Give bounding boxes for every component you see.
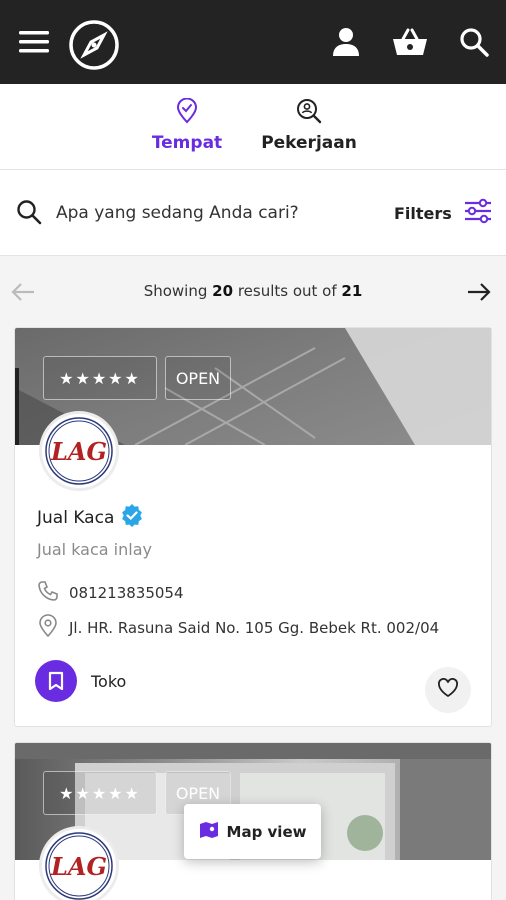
verified-icon [120,503,144,532]
map-view-button[interactable]: Map view [184,804,321,859]
search-icon[interactable] [452,22,496,62]
phone-number: 081213835054 [69,584,184,602]
search-icon [16,199,42,229]
business-logo: LAG [39,411,119,491]
search-input[interactable] [56,198,376,228]
filters-button[interactable]: Filters [394,198,492,228]
search-person-icon [296,98,322,129]
business-logo: LAG [39,826,119,900]
heart-icon [437,678,459,702]
tab-pekerjaan-label: Pekerjaan [261,133,357,153]
results-pager: Showing 20 results out of 21 [0,270,506,314]
tab-pekerjaan[interactable]: Pekerjaan [256,98,362,153]
menu-icon[interactable] [14,24,54,60]
category-tag[interactable]: Toko [35,660,126,702]
location-pin-icon [37,614,59,642]
category-tabs: Tempat Pekerjaan [0,84,506,170]
business-description: Jual kaca inlay [37,540,152,559]
basket-icon[interactable] [388,22,432,62]
arrow-right-icon[interactable] [466,280,492,308]
results-total: 21 [341,282,363,300]
phone-icon [37,580,59,606]
logo-monogram: LAG [50,852,107,881]
map-pin-check-icon [175,97,199,129]
favorite-button[interactable] [425,667,471,713]
sliders-icon [464,198,492,228]
search-bar: Filters [0,170,506,256]
status-badge: OPEN [165,356,231,400]
map-view-label: Map view [226,822,307,841]
address-text: Jl. HR. Rasuna Said No. 105 Gg. Bebek Rt… [69,619,440,637]
compass-icon[interactable] [66,19,122,71]
tab-tempat-label: Tempat [151,133,223,153]
rating-stars: ★★★★★ [43,356,157,400]
listing-card[interactable]: ★★★★★ OPEN LAG Jual Kaca Jual kaca inlay… [14,327,492,727]
phone-row[interactable]: 081213835054 [37,580,184,606]
top-app-bar [0,0,506,84]
address-row: Jl. HR. Rasuna Said No. 105 Gg. Bebek Rt… [37,614,439,642]
user-icon[interactable] [326,22,366,62]
rating-stars: ★★★★★ [43,771,157,815]
tab-tempat[interactable]: Tempat [140,97,234,153]
results-shown: 20 [212,282,234,300]
results-count: Showing 20 results out of 21 [0,282,506,300]
bookmark-icon [35,660,77,702]
business-name-row[interactable]: Jual Kaca [37,503,144,532]
business-name: Jual Kaca [37,507,115,528]
filters-label: Filters [394,203,452,223]
map-icon [199,821,219,843]
results-middle: results out of [237,282,337,300]
results-prefix: Showing [143,282,208,300]
logo-monogram: LAG [50,437,107,466]
category-label: Toko [91,671,127,691]
